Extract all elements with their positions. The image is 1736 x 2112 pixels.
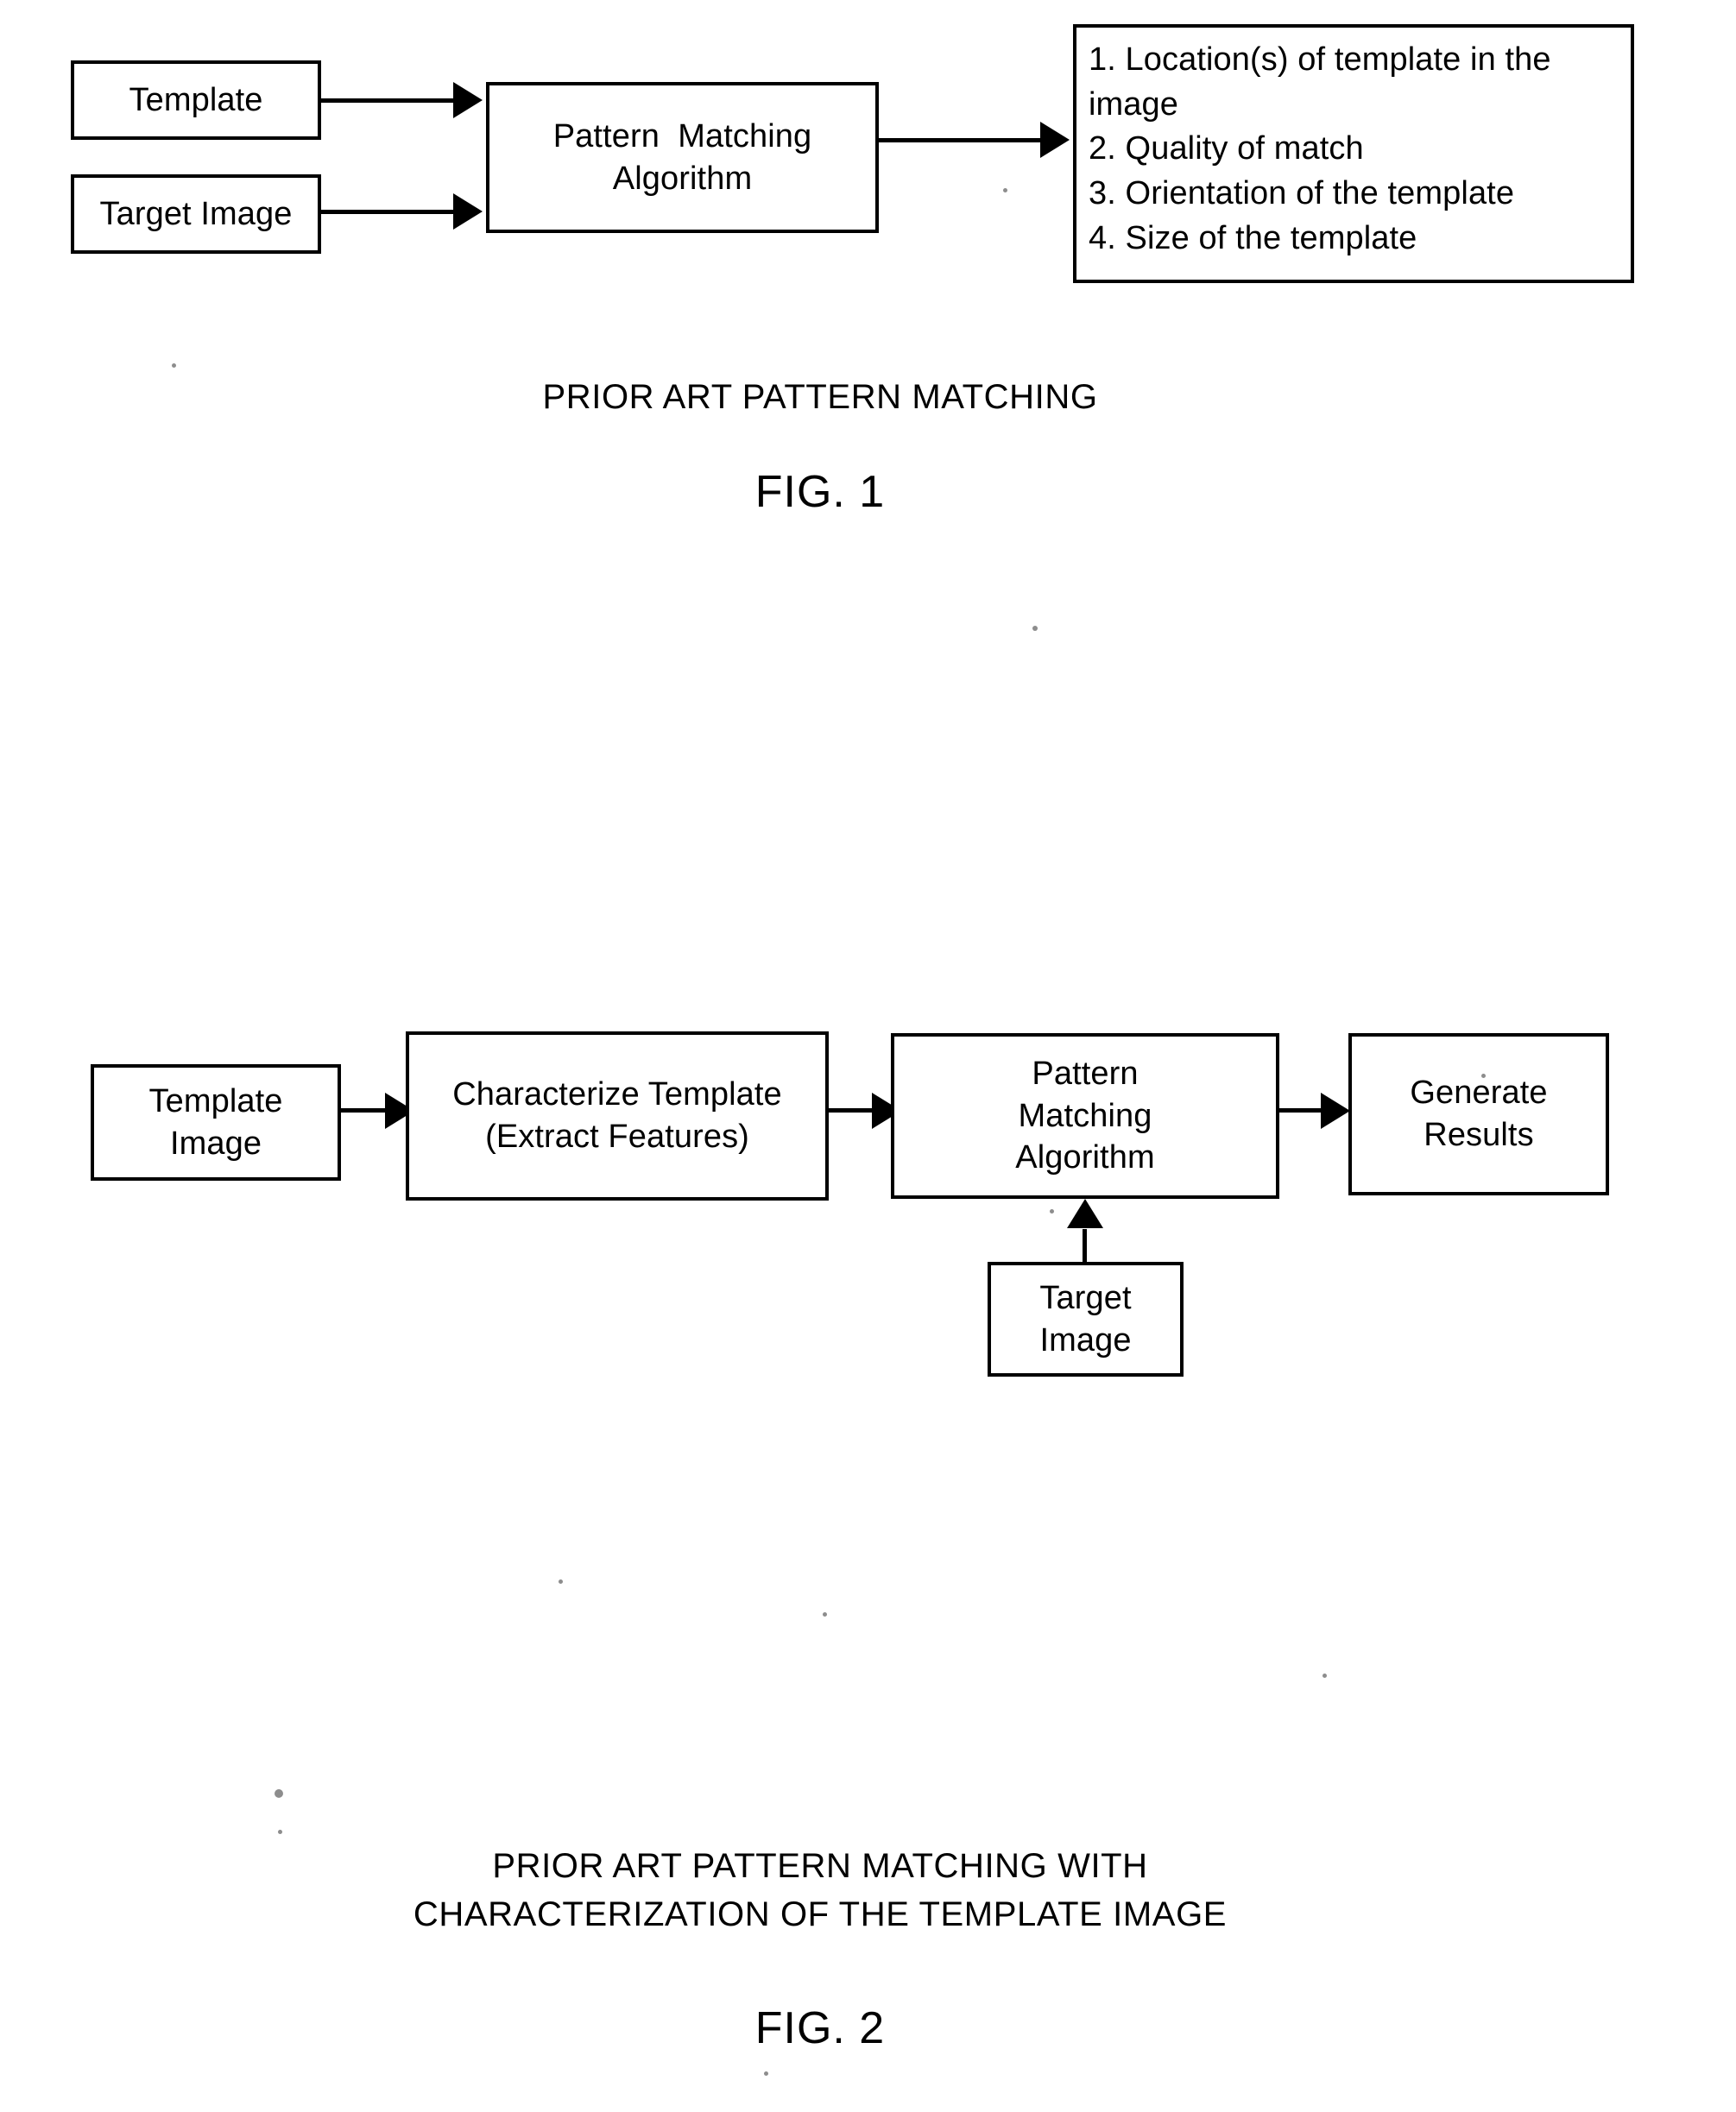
fig2-generate-results-label-line1: Generate — [1410, 1075, 1548, 1112]
fig1-target-image-box: Target Image — [71, 174, 321, 254]
fig2-connector-template-to-characterize — [341, 1108, 388, 1113]
fig2-arrowhead-algorithm-to-generate — [1321, 1093, 1350, 1129]
fig2-connector-characterize-to-algorithm — [829, 1108, 876, 1113]
scan-speck — [1050, 1209, 1054, 1214]
scan-speck — [1003, 188, 1007, 192]
fig1-template-box: Template — [71, 60, 321, 140]
scan-speck — [764, 2071, 768, 2076]
fig1-template-label: Template — [129, 81, 263, 118]
fig2-template-image-label-line2: Image — [169, 1125, 262, 1162]
fig2-caption-line2: CHARACTERIZATION OF THE TEMPLATE IMAGE — [413, 1895, 1228, 1933]
scan-speck — [823, 1612, 827, 1617]
fig1-result-item-3: 3. Orientation of the template — [1089, 175, 1515, 212]
scan-speck — [1323, 1674, 1327, 1678]
fig2-target-image-label-line1: Target — [1039, 1279, 1132, 1316]
fig2-characterize-label-line2: (Extract Features) — [485, 1119, 749, 1155]
fig1-algorithm-label-line1: Pattern Matching — [552, 117, 812, 154]
fig1-connector-algorithm-to-results — [879, 138, 1043, 142]
scan-speck — [278, 1830, 282, 1834]
fig1-pattern-matching-algorithm-box: Pattern Matching Algorithm — [486, 82, 879, 233]
fig1-result-item-4: 4. Size of the template — [1089, 219, 1417, 256]
fig2-algorithm-label-line2: Matching — [1018, 1097, 1152, 1134]
fig1-arrowhead-algorithm-to-results — [1040, 122, 1070, 158]
fig2-caption-line1: PRIOR ART PATTERN MATCHING WITH — [492, 1847, 1148, 1885]
fig1-arrowhead-target-to-algorithm — [453, 193, 483, 230]
fig2-template-image-box: Template Image — [91, 1064, 341, 1181]
scan-speck — [172, 363, 176, 368]
fig1-connector-target-to-algorithm — [321, 210, 472, 214]
fig1-arrowhead-template-to-algorithm — [453, 82, 483, 118]
fig1-label: FIG. 1 — [754, 467, 886, 517]
fig2-label: FIG. 2 — [754, 2003, 886, 2053]
scan-speck — [1032, 626, 1038, 631]
fig2-target-image-box: Target Image — [988, 1262, 1184, 1377]
fig2-algorithm-label-line3: Algorithm — [1015, 1139, 1155, 1176]
patent-figure-page: Template Target Image Pattern Matching A… — [0, 0, 1736, 2112]
fig2-algorithm-label-line1: Pattern — [1032, 1056, 1139, 1093]
scan-speck — [559, 1579, 563, 1584]
fig2-generate-results-box: Generate Results — [1348, 1033, 1609, 1195]
fig2-pattern-matching-algorithm-box: Pattern Matching Algorithm — [891, 1033, 1279, 1199]
fig1-connector-template-to-algorithm — [321, 98, 472, 103]
fig1-result-item-1: 1. Location(s) of template in the image — [1089, 41, 1561, 123]
fig1-target-image-label: Target Image — [99, 195, 293, 232]
fig1-results-list: 1. Location(s) of template in the image … — [1089, 38, 1622, 261]
fig2-arrowhead-target-to-algorithm — [1067, 1199, 1103, 1228]
fig2-generate-results-label-line2: Results — [1424, 1117, 1534, 1153]
fig1-caption: PRIOR ART PATTERN MATCHING — [542, 378, 1098, 416]
fig2-characterize-template-box: Characterize Template (Extract Features) — [406, 1031, 829, 1201]
fig1-result-item-2: 2. Quality of match — [1089, 130, 1364, 167]
scan-speck — [1481, 1074, 1486, 1078]
fig2-connector-algorithm-to-generate — [1279, 1108, 1324, 1113]
fig2-characterize-label-line1: Characterize Template — [452, 1076, 782, 1113]
fig1-results-box: 1. Location(s) of template in the image … — [1073, 24, 1634, 283]
scan-speck — [275, 1789, 283, 1798]
fig1-algorithm-label-line2: Algorithm — [612, 160, 753, 197]
fig2-target-image-label-line2: Image — [1039, 1321, 1132, 1359]
fig2-template-image-label-line1: Template — [148, 1082, 283, 1119]
